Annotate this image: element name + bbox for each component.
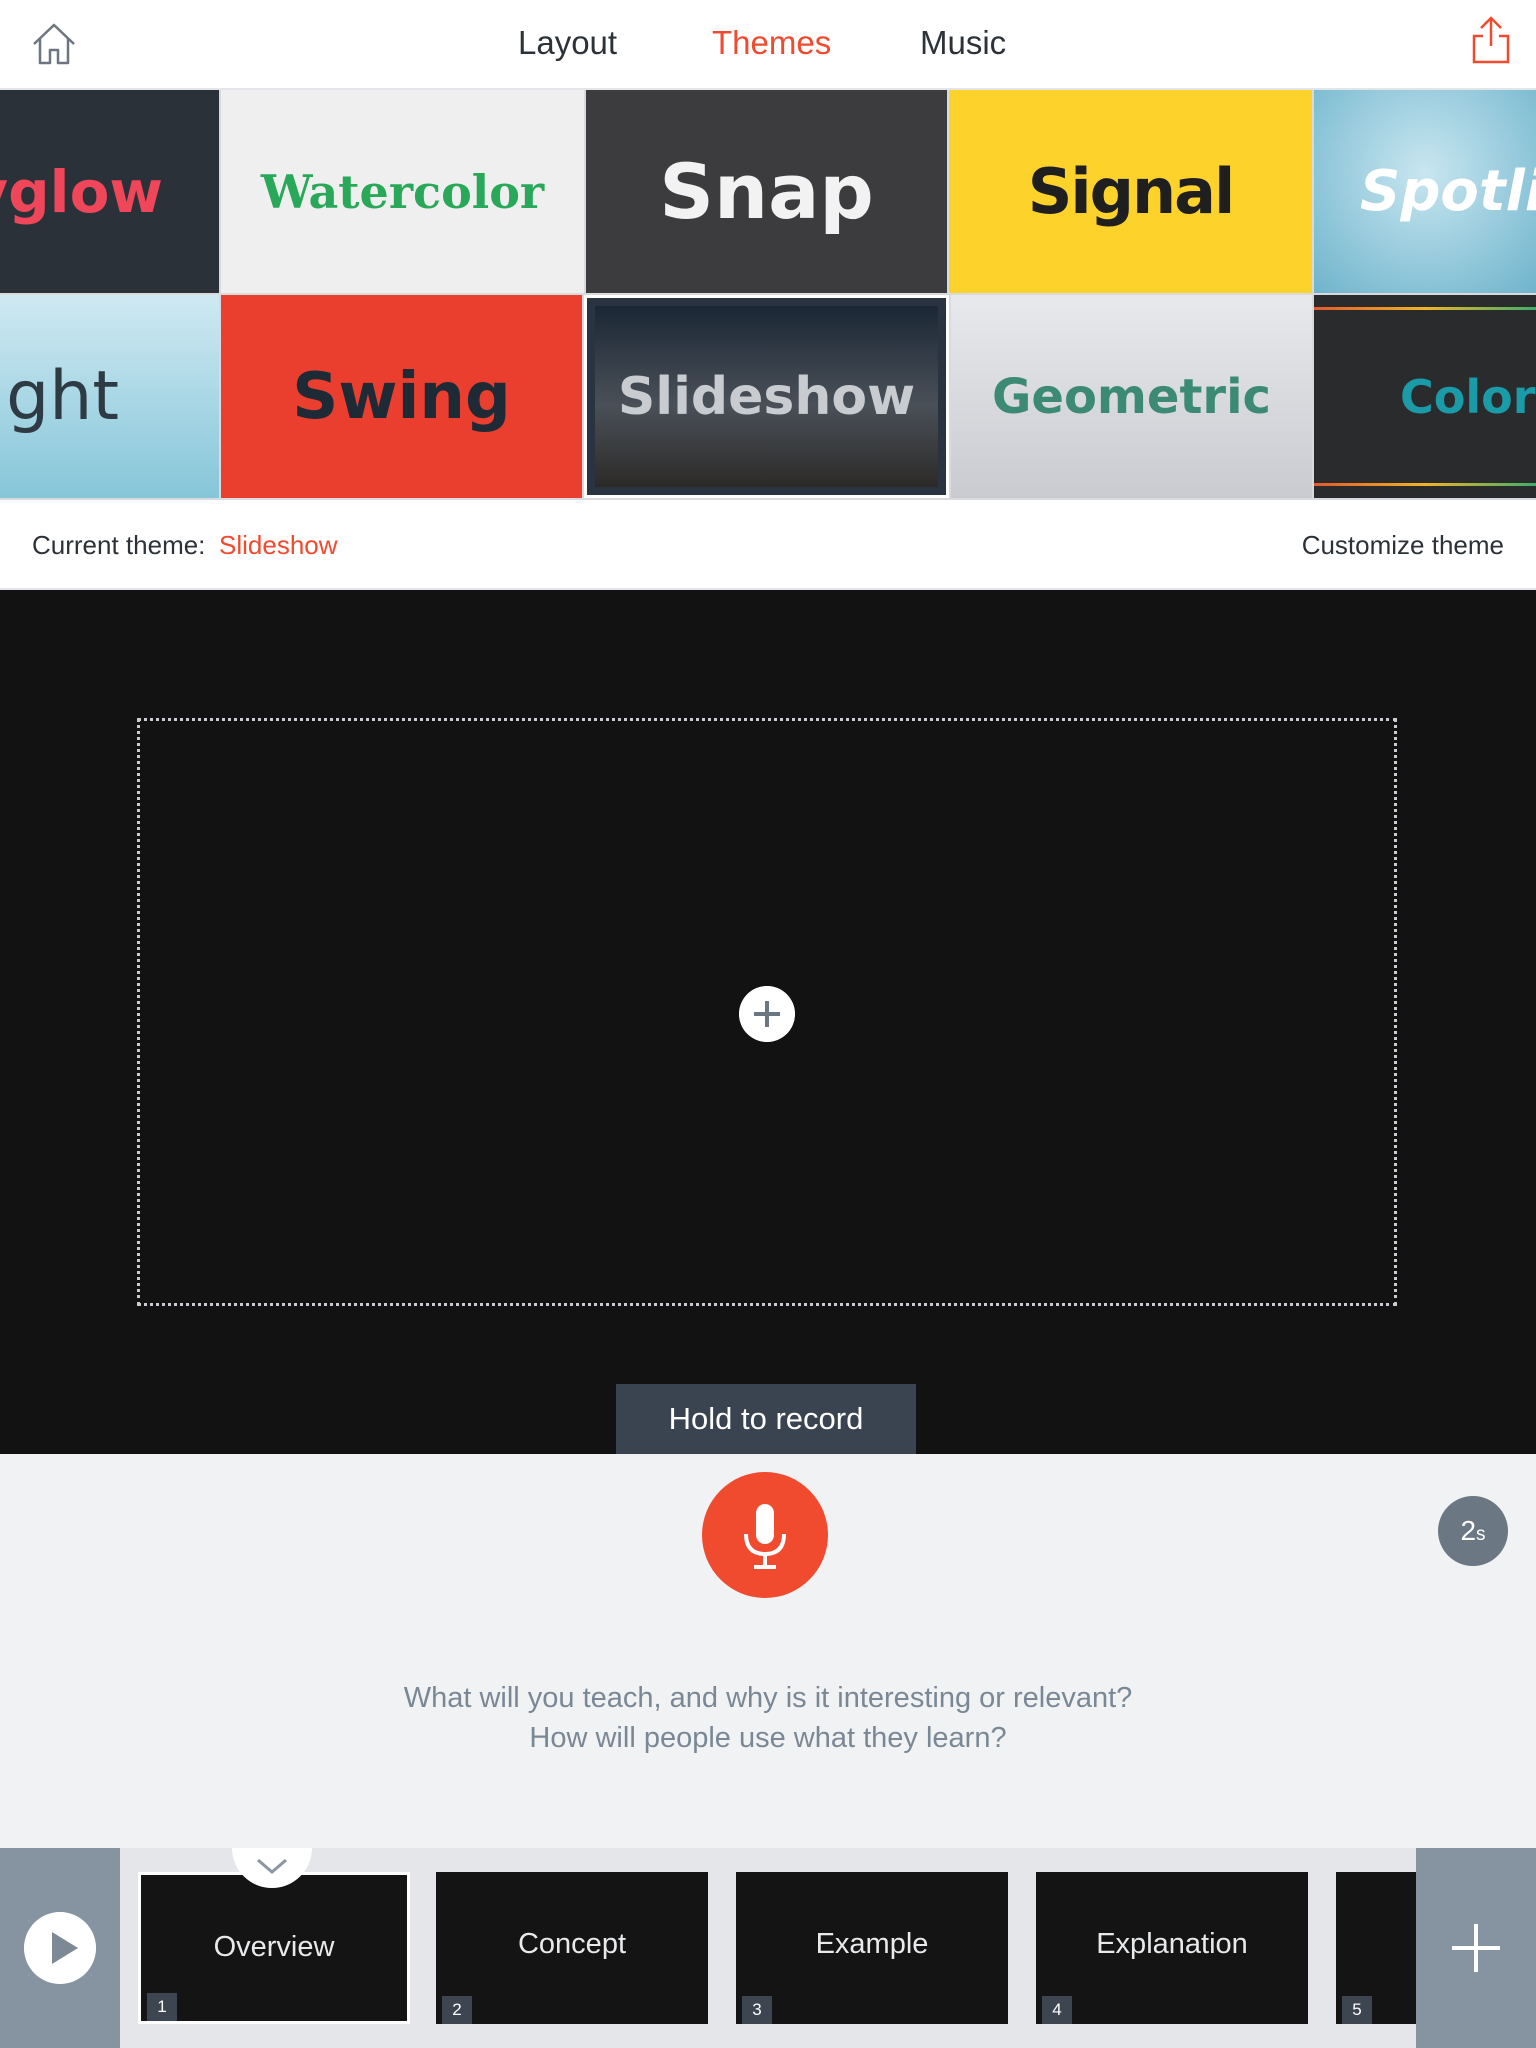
slide-label: Concept (517, 1928, 626, 1960)
add-media-icon[interactable] (739, 986, 795, 1042)
current-theme-bar: Current theme: Slideshow Customize theme (0, 500, 1536, 590)
record-tooltip: Hold to record (616, 1384, 916, 1454)
home-icon[interactable] (28, 18, 80, 70)
color-stripe-top (1314, 307, 1536, 310)
theme-tile-label: Signal (1027, 155, 1236, 228)
current-theme-label: Current theme: (32, 530, 206, 560)
theme-tile-geometric[interactable]: Geometric (951, 295, 1312, 498)
share-icon[interactable] (1468, 14, 1514, 66)
customize-theme-button[interactable]: Customize theme (1302, 530, 1504, 561)
add-slide-button[interactable] (1416, 1848, 1536, 2048)
tab-music[interactable]: Music (920, 24, 1006, 62)
theme-tile-color[interactable]: Color (1314, 295, 1536, 498)
theme-tile-swing[interactable]: Swing (221, 295, 582, 498)
theme-tile-label: Watercolor (260, 164, 545, 219)
theme-tile-watercolor[interactable]: Watercolor (221, 90, 584, 293)
slide-thumbnail-1[interactable]: Overview 1 (138, 1872, 410, 2024)
slide-thumbnail-5[interactable]: 5 (1336, 1872, 1416, 2024)
theme-tile-snap[interactable]: Snap (586, 90, 947, 293)
slide-thumbnail-4[interactable]: Explanation 4 (1036, 1872, 1308, 2024)
theme-tile-label: Swing (292, 359, 511, 434)
slide-number: 4 (1042, 1996, 1072, 2024)
slide-thumbnail-3[interactable]: Example 3 (736, 1872, 1008, 2024)
slide-label: Example (815, 1928, 929, 1960)
slide-number: 3 (742, 1996, 772, 2024)
theme-tile-label: yglow (0, 157, 163, 226)
slide-number: 5 (1342, 1996, 1372, 2024)
slide-number: 2 (442, 1996, 472, 2024)
theme-tile-light[interactable]: light (0, 295, 219, 498)
duration-value: 2 (1460, 1515, 1477, 1546)
play-icon[interactable] (24, 1912, 96, 1984)
slide-stage: Hold to record (0, 590, 1536, 1468)
theme-tile-label: Spotli (1360, 159, 1536, 224)
theme-tile-label: Slideshow (617, 366, 916, 427)
current-theme-value: Slideshow (219, 530, 338, 560)
plus-icon (1452, 1924, 1500, 1972)
collapse-chevron-button[interactable] (232, 1848, 312, 1888)
duration-unit: s (1476, 1524, 1486, 1545)
slide-duration-badge[interactable]: 2s (1438, 1496, 1508, 1566)
theme-grid: yglow Watercolor Snap Signal Spotli ligh… (0, 90, 1536, 500)
theme-tile-label: Color (1400, 369, 1536, 424)
prompt-line-1: What will you teach, and why is it inter… (403, 1682, 1133, 1714)
theme-tile-yglow[interactable]: yglow (0, 90, 219, 293)
chevron-down-icon (257, 1858, 287, 1874)
color-stripe-bottom (1314, 483, 1536, 486)
slide-number: 1 (147, 1993, 177, 2021)
slide-label: Overview (213, 1931, 335, 1963)
theme-tile-slideshow[interactable]: Slideshow (584, 295, 949, 498)
theme-tile-label: Geometric (991, 368, 1272, 425)
theme-tile-label: Snap (659, 147, 874, 236)
record-button[interactable] (702, 1472, 828, 1598)
record-panel: 2s What will you teach, and why is it in… (0, 1454, 1536, 1848)
theme-tile-label: light (0, 357, 119, 436)
theme-tile-signal[interactable]: Signal (949, 90, 1312, 293)
microphone-icon (744, 1504, 786, 1569)
theme-tile-spotlight[interactable]: Spotli (1314, 90, 1536, 293)
top-nav-bar: Layout Themes Music (0, 0, 1536, 90)
tab-layout[interactable]: Layout (518, 24, 617, 62)
slide-filmstrip: Overview 1 Concept 2 Example 3 Explanati… (0, 1848, 1536, 2048)
prompt-line-2: How will people use what they learn? (529, 1722, 1007, 1754)
slide-prompt: What will you teach, and why is it inter… (0, 1678, 1536, 1758)
tab-themes[interactable]: Themes (712, 24, 831, 62)
slide-thumbnail-2[interactable]: Concept 2 (436, 1872, 708, 2024)
slide-label: Explanation (1096, 1928, 1248, 1960)
